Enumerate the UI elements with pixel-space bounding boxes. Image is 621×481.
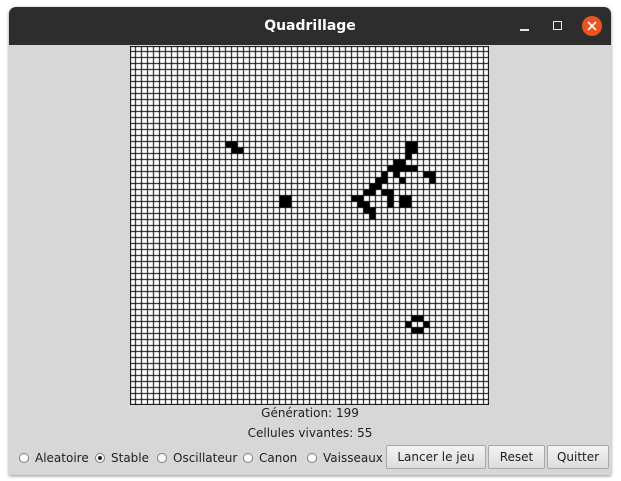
app-window: Quadrillage Génération: 199 Cellules viv… [9,7,611,475]
radio-label: Oscillateur [173,451,238,465]
title-bar[interactable]: Quadrillage [9,7,611,45]
radio-label: Aleatoire [35,451,89,465]
generation-label: Génération: 199 [261,406,359,420]
life-grid[interactable] [130,46,489,405]
radio-indicator [19,453,29,463]
reset-button[interactable]: Reset [488,445,545,469]
control-bar: Aleatoire Stable Oscillateur Canon Vaiss… [9,444,611,472]
radio-stable[interactable]: Stable [95,449,149,467]
quit-button[interactable]: Quitter [547,445,609,469]
maximize-icon[interactable] [548,16,568,36]
radio-indicator [243,453,253,463]
radio-indicator [157,453,167,463]
radio-aleatoire[interactable]: Aleatoire [19,449,89,467]
radio-indicator [95,453,105,463]
radio-label: Canon [259,451,298,465]
radio-label: Vaisseaux [323,451,383,465]
radio-oscillateur[interactable]: Oscillateur [157,449,237,467]
radio-indicator [307,453,317,463]
live-cells-label: Cellules vivantes: 55 [247,426,373,440]
radio-vaisseaux[interactable]: Vaisseaux [307,449,383,467]
close-icon[interactable] [582,16,602,36]
minimize-icon[interactable] [515,16,535,36]
radio-label: Stable [111,451,150,465]
radio-canon[interactable]: Canon [243,449,297,467]
start-game-button[interactable]: Lancer le jeu [386,445,486,469]
